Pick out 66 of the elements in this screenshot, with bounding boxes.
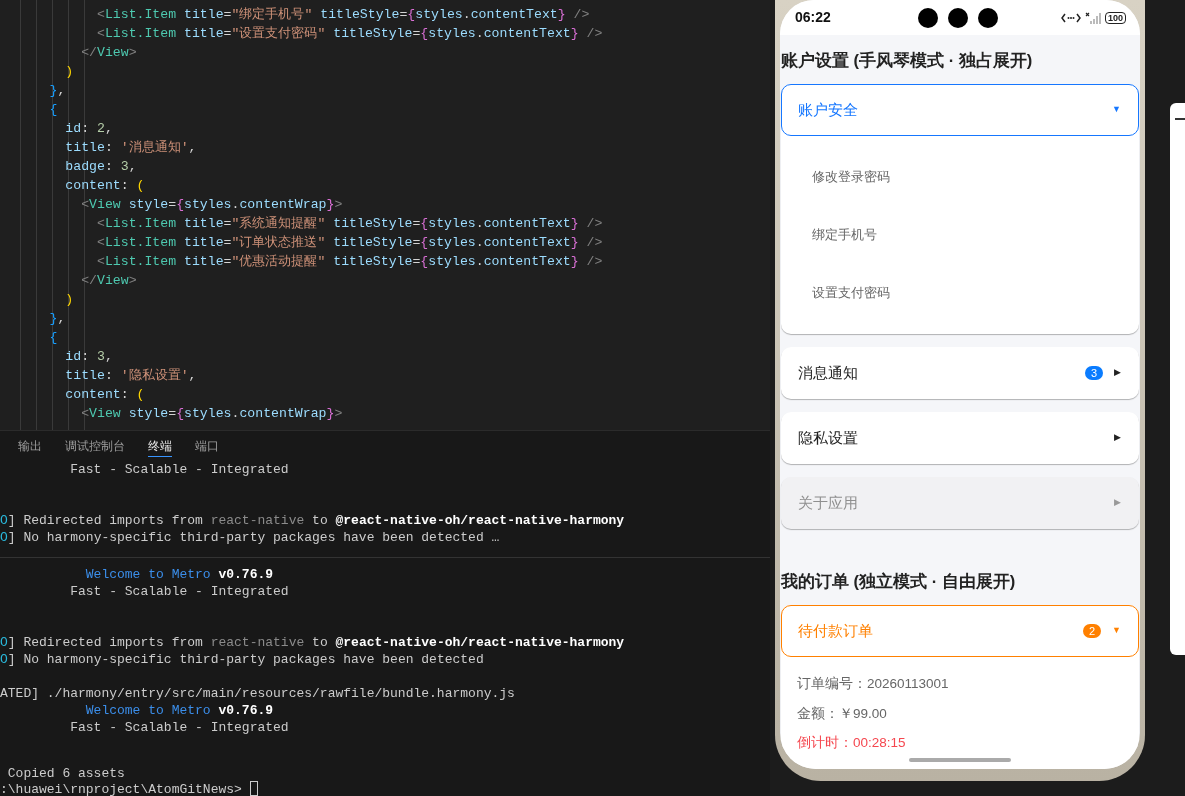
terminal-line: :\huawei\rnproject\AtomGitNews>	[0, 781, 258, 796]
expand-arrow-icon: ▶	[1114, 496, 1121, 510]
camera-icon	[918, 7, 938, 28]
code-line: {	[48, 101, 58, 119]
battery-level: 100	[1104, 11, 1126, 24]
terminal-line: Fast - Scalable - Integrated	[69, 461, 289, 478]
code-line: <List.Item title="系统通知提醒" titleStyle={styles.contentText} />	[95, 215, 603, 233]
code-line: {	[48, 329, 58, 347]
code-line: )	[64, 63, 74, 81]
collapse-arrow-icon: ▼	[1112, 103, 1121, 117]
terminal-line: O] No harmony-specific third-party packages have been detected …	[0, 529, 500, 546]
code-line: <List.Item title="订单状态推送" titleStyle={styles.contentText} />	[95, 234, 603, 252]
order-detail: 订单编号：20260113001	[796, 675, 950, 693]
accordion-header[interactable]: 消息通知 3 ▶	[781, 347, 1139, 399]
expand-arrow-icon: ▶	[1114, 366, 1121, 380]
code-line: },	[48, 310, 66, 328]
code-line: <View style={styles.contentWrap}>	[80, 405, 343, 423]
panel-tab[interactable]: 输出	[18, 435, 42, 457]
home-indicator[interactable]	[909, 758, 1011, 762]
terminal-line: O] Redirected imports from react-native to @react-native-oh/react-native-harmony	[0, 634, 625, 651]
count-badge: 3	[1084, 366, 1104, 380]
terminal-line: O] No harmony-specific third-party packages have been detected	[0, 651, 484, 668]
section-title: 我的订单 (独立模式 · 自由展开)	[780, 571, 1017, 592]
terminal-line: Fast - Scalable - Integrated	[69, 583, 289, 600]
accordion-header[interactable]: 隐私设置 ▶	[781, 412, 1139, 464]
data-transfer-icon	[1060, 12, 1081, 23]
order-detail: 金额：￥99.00	[796, 704, 888, 723]
accordion-header[interactable]: 账户安全 ▼	[781, 84, 1139, 136]
panel-tab[interactable]: 端口	[195, 435, 219, 457]
code-line: </View>	[80, 272, 137, 290]
camera-icon	[978, 7, 998, 28]
panel-tab[interactable]: 终端	[148, 435, 172, 457]
terminal-line: O] Redirected imports from react-native to @react-native-oh/react-native-harmony	[0, 512, 625, 529]
code-line: title: '隐私设置',	[64, 367, 197, 385]
code-line: <List.Item title="绑定手机号" titleStyle={styles.contentText} />	[95, 6, 590, 24]
expand-arrow-icon: ▶	[1114, 431, 1121, 445]
terminal-line: Welcome to Metro v0.76.9	[84, 566, 274, 583]
signal-icon	[1084, 11, 1101, 24]
list-item[interactable]: 修改登录密码	[781, 148, 1139, 206]
camera-icon	[948, 7, 968, 28]
code-line: <List.Item title="设置支付密码" titleStyle={styles.contentText} />	[95, 25, 603, 43]
code-line: content: (	[64, 177, 145, 195]
list-item[interactable]: 绑定手机号	[781, 206, 1139, 264]
code-line: badge: 3,	[64, 158, 137, 176]
list-item[interactable]: 设置支付密码	[781, 264, 1139, 322]
collapse-arrow-icon: ▼	[1112, 624, 1121, 638]
count-badge: 2	[1082, 624, 1102, 638]
code-line: content: (	[64, 386, 145, 404]
code-line: id: 2,	[64, 120, 113, 138]
code-line: )	[64, 291, 74, 309]
code-line: title: '消息通知',	[64, 139, 197, 157]
code-line: <View style={styles.contentWrap}>	[80, 196, 343, 214]
order-detail: 倒计时：00:28:15	[796, 734, 907, 752]
code-line: </View>	[80, 44, 137, 62]
code-line: id: 3,	[64, 348, 113, 366]
code-line: <List.Item title="优惠活动提醒" titleStyle={styles.contentText} />	[95, 253, 603, 271]
terminal-line: Fast - Scalable - Integrated	[69, 719, 289, 736]
cursor	[249, 781, 258, 796]
section-title: 账户设置 (手风琴模式 · 独占展开)	[780, 50, 1034, 71]
terminal-line: ATED] ./harmony/entry/src/main/resources/rawfile/bundle.harmony.js	[0, 685, 515, 702]
clock: 06:22	[795, 8, 832, 27]
terminal-line: Copied 6 assets	[6, 766, 125, 781]
panel-tab[interactable]: 调试控制台	[65, 435, 125, 457]
code-line: },	[48, 82, 66, 100]
minus-icon[interactable]	[1175, 118, 1185, 120]
terminal-line: Welcome to Metro v0.76.9	[84, 702, 274, 719]
